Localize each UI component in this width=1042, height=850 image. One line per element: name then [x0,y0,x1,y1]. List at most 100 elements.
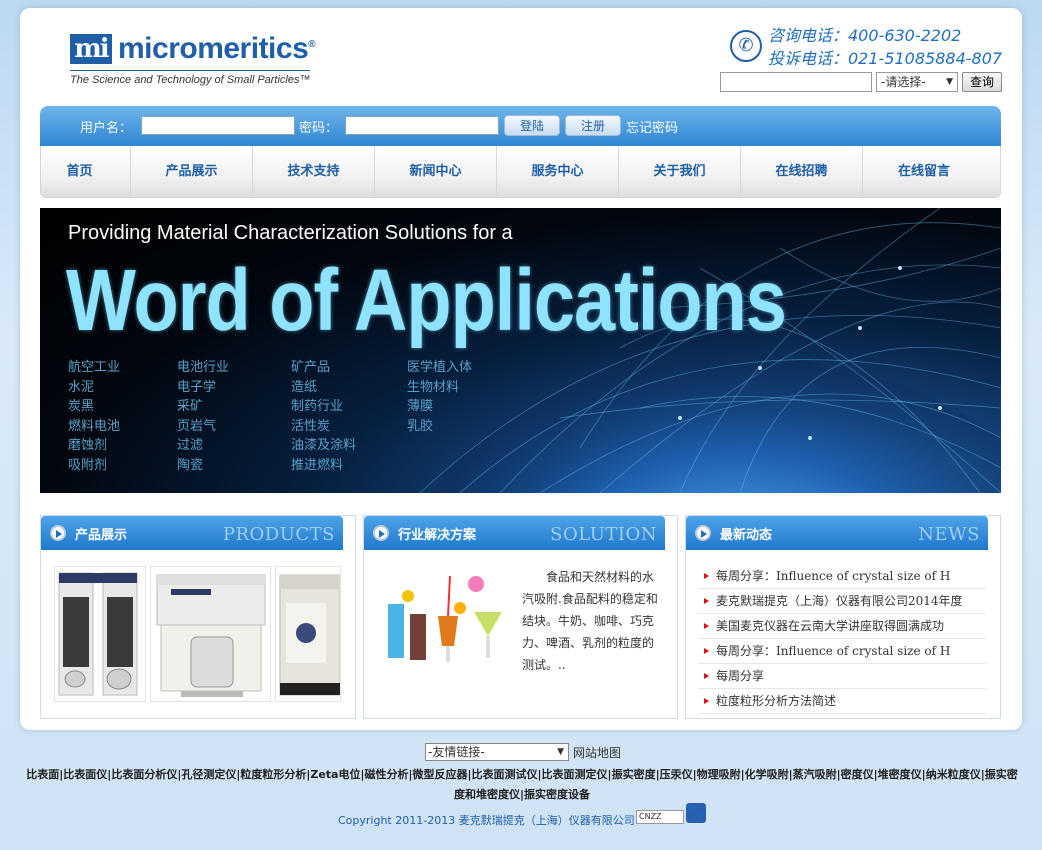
product-image-3[interactable] [275,566,341,702]
application-column-2: 电池行业 电子学 采矿 页岩气 过滤 陶瓷 [177,358,229,475]
friend-links-select[interactable]: -友情链接- ▼ [425,743,569,761]
products-panel-header[interactable]: 产品展示 PRODUCTS [41,516,343,550]
news-list: 每周分享：Influence of crystal size of H 麦克默瑞… [698,564,986,714]
news-item[interactable]: 麦克默瑞提克（上海）仪器有限公司2014年度 [698,589,986,614]
application-item: 吸附剂 [68,457,108,473]
application-item: 活性炭 [291,418,331,434]
application-item: 电池行业 [177,360,230,375]
application-item: 采矿 [177,399,204,414]
search-button[interactable]: 查询 [962,72,1002,92]
logo-wordmark: micromeritics [118,32,309,65]
application-item: 过滤 [177,438,204,453]
logo-mark: mi [70,34,112,64]
login-button[interactable]: 登陆 [504,115,560,136]
nav-support[interactable]: 技术支持 [253,146,375,198]
application-column-3: 矿产品 造纸 制药行业 活性炭 油漆及涂料 推进燃料 [291,358,356,475]
application-column-4: 医学植入体 生物材料 薄膜 乳胶 [407,358,472,436]
phone-icon: ✆ [730,30,762,62]
products-panel: 产品展示 PRODUCTS [40,515,356,719]
application-item: 油漆及涂料 [291,438,357,453]
application-item: 乳胶 [407,418,434,434]
logo-tagline: The Science and Technology of Small Part… [70,74,311,86]
application-item: 电子学 [177,379,217,395]
logo-text: micromeritics® [118,32,316,66]
analyzer-unit-image [156,574,266,697]
news-panel-header[interactable]: 最新动态 NEWS [686,516,988,550]
application-item: 薄膜 [407,399,434,414]
nav-service[interactable]: 服务中心 [497,146,619,198]
complaint-phone: 投诉电话：021-51085884-807 [768,49,1003,68]
username-input[interactable] [141,116,295,135]
application-item: 燃料电池 [68,418,121,434]
application-item: 制药行业 [291,399,344,414]
nav-jobs[interactable]: 在线招聘 [741,146,863,198]
nav-home[interactable]: 首页 [29,146,131,198]
news-item[interactable]: 每周分享：Influence of crystal size of H [698,564,986,589]
phone-lines: 咨询电话：400-630-2202 投诉电话：021-51085884-807 [768,24,1002,70]
nav-about[interactable]: 关于我们 [619,146,741,198]
company-logo[interactable]: mi micromeritics® The Science and Techno… [70,32,330,92]
application-item: 陶瓷 [177,457,204,473]
hero-banner[interactable]: Providing Material Characterization Solu… [40,208,1001,493]
play-circle-icon [695,525,711,541]
instrument-side-image [279,574,341,696]
nav-message[interactable]: 在线留言 [863,146,985,198]
nav-products[interactable]: 产品展示 [131,146,253,198]
banner-title: Word of Applications [66,251,787,350]
banner-tagline: Providing Material Characterization Solu… [68,222,513,244]
search-input[interactable] [720,72,872,92]
application-item: 医学植入体 [407,360,473,375]
username-label: 用户名： [80,121,133,136]
application-item: 矿产品 [291,360,331,375]
search-category-value: -请选择- [881,75,926,89]
solution-description[interactable]: 食品和天然材料的水汽吸附.食品配料的稳定和结块。牛奶、咖啡、巧克力、啤酒、乳剂的… [522,566,660,676]
analyzer-tower-image [58,572,138,696]
products-panel-title: 产品展示 [75,528,128,543]
chevron-down-icon: ▼ [557,747,564,757]
nav-news[interactable]: 新闻中心 [375,146,497,198]
sitemap-link[interactable]: 网站地图 [573,744,621,761]
news-item[interactable]: 每周分享：Influence of crystal size of H [698,639,986,664]
application-item: 推进燃料 [291,457,344,473]
cocktail-glasses-image [378,566,512,670]
main-nav: 首页 产品展示 技术支持 新闻中心 服务中心 关于我们 在线招聘 在线留言 [40,146,1001,198]
friend-links-value: -友情链接- [428,745,485,759]
copyright-text: Copyright 2011-2013 麦克默瑞提克（上海）仪器有限公司 [338,814,635,827]
news-item[interactable]: 美国麦克仪器在云南大学讲座取得圆满成功 [698,614,986,639]
news-panel-en: NEWS [918,524,980,545]
solution-panel: 行业解决方案 SOLUTION 食品和天然材料的水汽吸附.食品配料的稳定和结块。… [363,515,678,719]
baidu-paw-icon[interactable]: 🐾 [686,803,706,823]
search-category-select[interactable]: -请选择- ▼ [876,72,958,92]
play-circle-icon [50,525,66,541]
login-bar: 用户名： 密码： 登陆 注册 忘记密码 [40,106,1001,146]
news-panel-title: 最新动态 [720,528,773,543]
password-input[interactable] [345,116,499,135]
product-image-2[interactable] [150,566,271,702]
application-column-1: 航空工业 水泥 炭黑 燃料电池 磨蚀剂 吸附剂 [68,358,120,475]
forgot-password-link[interactable]: 忘记密码 [626,117,678,136]
chevron-down-icon: ▼ [946,77,953,87]
news-panel: 最新动态 NEWS 每周分享：Influence of crystal size… [685,515,1001,719]
consult-phone: 咨询电话：400-630-2202 [768,26,962,45]
application-item: 航空工业 [68,360,121,375]
application-item: 造纸 [291,379,318,395]
register-button[interactable]: 注册 [565,115,621,136]
cnzz-badge[interactable]: CNZZ [636,810,684,824]
page-container: mi micromeritics® The Science and Techno… [20,8,1022,730]
application-item: 磨蚀剂 [68,438,108,453]
logo-divider [70,70,310,71]
product-image-1[interactable] [54,566,146,702]
keyword-links[interactable]: 比表面|比表面仪|比表面分析仪|孔径测定仪|粒度粒形分析|Zeta电位|磁性分析… [22,765,1022,805]
logo-registered: ® [308,39,316,50]
solution-panel-header[interactable]: 行业解决方案 SOLUTION [364,516,665,550]
play-circle-icon [373,525,389,541]
solution-panel-en: SOLUTION [550,524,657,545]
application-item: 炭黑 [68,399,95,414]
application-item: 水泥 [68,379,95,395]
drinks-image[interactable] [378,566,512,670]
news-item[interactable]: 粒度粒形分析方法简述 [698,689,986,714]
password-label: 密码： [299,121,339,136]
products-panel-en: PRODUCTS [222,524,335,545]
news-item[interactable]: 每周分享 [698,664,986,689]
application-item: 生物材料 [407,379,460,395]
